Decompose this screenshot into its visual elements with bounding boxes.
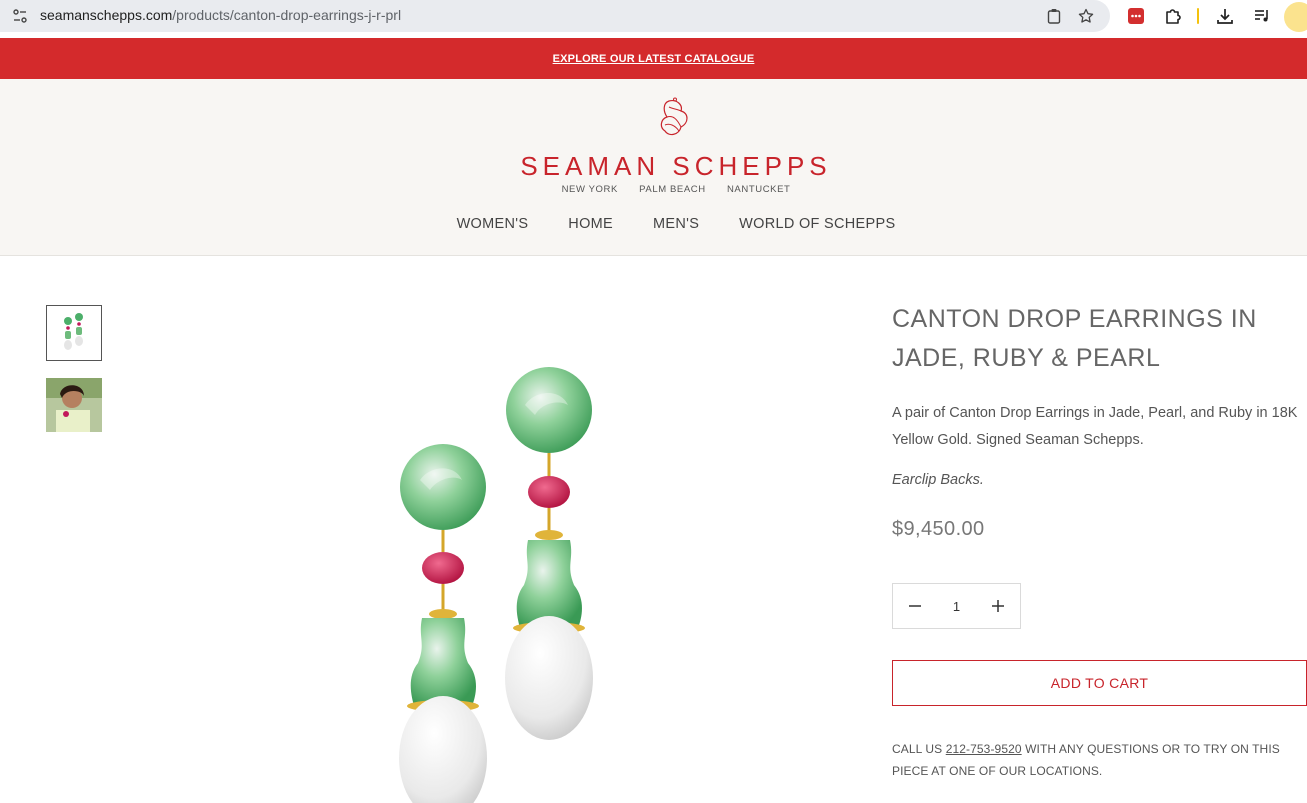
puzzle-icon[interactable] [1162,5,1184,27]
profile-avatar[interactable] [1284,2,1307,32]
product-note: Earclip Backs. [892,472,984,488]
call-us-text: CALL US 212-753-9520 WITH ANY QUESTIONS … [892,738,1292,782]
thumbnail-model[interactable] [46,378,102,432]
brand-name[interactable]: SEAMAN SCHEPPS [0,151,1307,182]
call-prefix: CALL US [892,742,946,756]
explore-catalogue-link[interactable]: EXPLORE OUR LATEST CATALOGUE [553,53,755,65]
nav-mens[interactable]: MEN'S [653,216,699,232]
nav-womens[interactable]: WOMEN'S [457,216,529,232]
thumbnail-earrings[interactable] [46,305,102,361]
browser-toolbar: seamanschepps.com/products/canton-drop-e… [0,0,1307,38]
quantity-value[interactable]: 1 [953,599,960,614]
star-icon[interactable] [1076,6,1096,26]
product-description: A pair of Canton Drop Earrings in Jade, … [892,405,1298,448]
locations-line: NEW YORK PALM BEACH NANTUCKET [0,184,1307,195]
product-main-image[interactable] [360,360,640,803]
promo-banner: EXPLORE OUR LATEST CATALOGUE [0,38,1307,79]
location-palm-beach: PALM BEACH [639,184,706,195]
url-text[interactable]: seamanschepps.com/products/canton-drop-e… [40,7,401,23]
shell-logo-icon[interactable] [655,97,697,141]
site-info-icon[interactable] [10,6,30,26]
main-nav: WOMEN'S HOME MEN'S WORLD OF SCHEPPS [0,216,1307,232]
location-nantucket: NANTUCKET [726,184,791,195]
location-new-york: NEW YORK [561,184,618,195]
plus-icon[interactable] [990,598,1006,614]
product-price: $9,450.00 [892,518,985,540]
site-header: SEAMAN SCHEPPS NEW YORK PALM BEACH NANTU… [0,79,1307,256]
product-info: CANTON DROP EARRINGS IN JADE, RUBY & PEA… [892,300,1307,778]
address-bar[interactable]: seamanschepps.com/products/canton-drop-e… [0,0,1110,32]
phone-link[interactable]: 212-753-9520 [946,742,1022,756]
download-icon[interactable] [1214,5,1236,27]
extension-red-icon[interactable] [1125,5,1147,27]
clipboard-icon[interactable] [1044,6,1064,26]
product-title-line-1: CANTON DROP EARRINGS IN [892,305,1257,333]
minus-icon[interactable] [907,598,923,614]
toolbar-divider [1197,8,1199,24]
quantity-stepper: 1 [892,583,1021,629]
product-title-line-2: JADE, RUBY & PEARL [892,344,1161,372]
nav-home[interactable]: HOME [568,216,613,232]
add-to-cart-button[interactable]: ADD TO CART [892,660,1307,706]
url-path: /products/canton-drop-earrings-j-r-prl [172,7,402,23]
nav-world-of-schepps[interactable]: WORLD OF SCHEPPS [739,216,895,232]
url-domain: seamanschepps.com [40,7,173,23]
product-title: CANTON DROP EARRINGS IN JADE, RUBY & PEA… [892,300,1307,378]
media-queue-icon[interactable] [1251,5,1273,27]
